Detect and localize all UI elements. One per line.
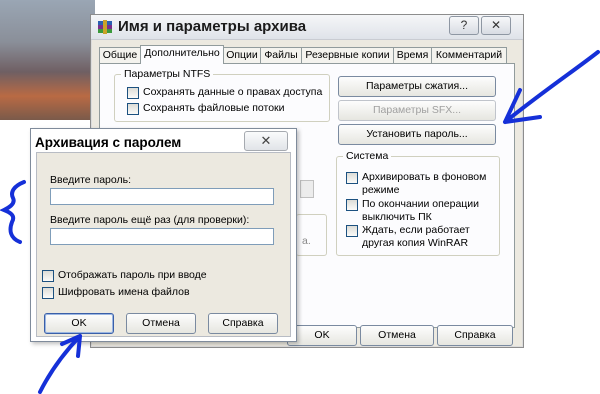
ok-button[interactable]: OK [44,313,114,334]
reenter-password-label: Введите пароль ещё раз (для проверки): [50,214,250,226]
keep-security-checkbox[interactable]: Сохранять данные о правах доступа [127,86,322,99]
checkbox-box[interactable] [42,270,54,282]
dialog-title: Имя и параметры архива [118,18,307,35]
sfx-params-button[interactable]: Параметры SFX... [338,100,496,121]
checkbox-box[interactable] [346,225,358,237]
system-group-legend: Система [346,150,389,162]
checkbox-label: Сохранять файловые потоки [143,102,285,114]
cancel-button[interactable]: Отмена [126,313,196,334]
checkbox-label: По окончании операции выключить ПК [362,198,480,223]
help-icon[interactable]: ? [449,16,479,35]
wait-other-copy-checkbox[interactable]: Ждать, если работает другая копия WinRAR [346,224,494,250]
checkbox-label: Сохранять данные о правах доступа [143,86,323,98]
enter-password-label: Введите пароль: [50,174,132,186]
password-input[interactable] [50,188,274,205]
dialog-titlebar: Имя и параметры архива ? ✕ [91,15,523,40]
checkbox-box[interactable] [346,199,358,211]
compression-params-button[interactable]: Параметры сжатия... [338,76,496,97]
checkbox-label: Ждать, если работает другая копия WinRAR [362,224,470,249]
password-confirm-input[interactable] [50,228,274,245]
tab-advanced[interactable]: Дополнительно [140,45,224,64]
arrow-to-ok [38,334,82,394]
set-password-button[interactable]: Установить пароль... [338,124,496,145]
checkbox-label: Отображать пароль при вводе [58,269,207,281]
checkbox-box[interactable] [127,103,139,115]
show-password-checkbox[interactable]: Отображать пароль при вводе [42,269,207,282]
password-dialog-title: Архивация с паролем [35,135,182,150]
spin-control[interactable] [300,180,314,198]
partial-text: а. [302,235,311,247]
hidden-group [296,214,327,256]
keep-streams-checkbox[interactable]: Сохранять файловые потоки [127,102,285,115]
checkbox-label: Архивировать в фоновом режиме [362,171,487,196]
close-icon[interactable]: ✕ [244,131,288,151]
tab-backup[interactable]: Резервные копии [301,47,394,63]
tab-files[interactable]: Файлы [260,47,302,63]
tab-comment[interactable]: Комментарий [431,47,507,63]
tab-time[interactable]: Время [393,47,432,63]
password-dialog: Архивация с паролем ✕ Введите пароль: Вв… [30,128,297,342]
background-photo [0,0,95,120]
close-icon[interactable]: ✕ [481,16,511,35]
winrar-app-icon [98,20,112,34]
checkbox-box[interactable] [346,172,358,184]
background-archiving-checkbox[interactable]: Архивировать в фоновом режиме [346,171,494,197]
cancel-button[interactable]: Отмена [360,325,434,346]
help-button[interactable]: Справка [437,325,513,346]
ok-button[interactable]: OK [287,325,357,346]
checkbox-label: Шифровать имена файлов [58,286,190,298]
encrypt-filenames-checkbox[interactable]: Шифровать имена файлов [42,286,190,299]
password-dialog-body: Введите пароль: Введите пароль ещё раз (… [36,152,291,337]
brace-annotation [0,180,26,244]
tab-options[interactable]: Опции [223,47,261,63]
checkbox-box[interactable] [127,87,139,99]
tab-general[interactable]: Общие [99,47,141,63]
help-button[interactable]: Справка [208,313,278,334]
checkbox-box[interactable] [42,287,54,299]
shutdown-pc-checkbox[interactable]: По окончании операции выключить ПК [346,198,494,224]
ntfs-group-legend: Параметры NTFS [124,68,211,80]
